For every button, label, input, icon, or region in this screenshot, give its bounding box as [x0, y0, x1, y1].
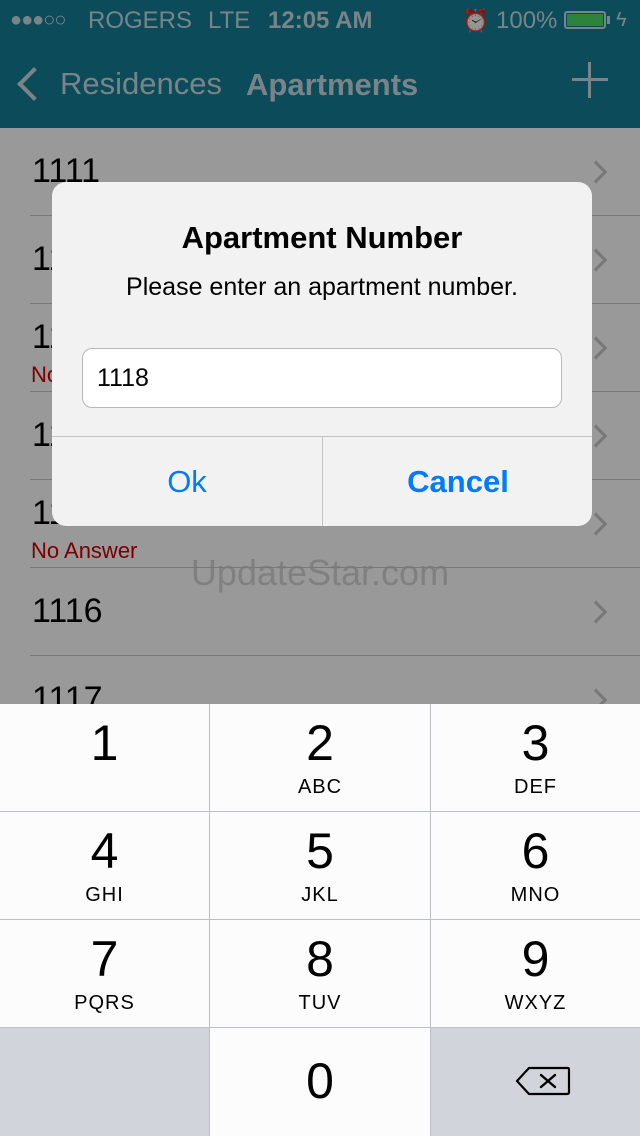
key-digit: 6 — [521, 823, 550, 879]
key-letters: ABC — [297, 776, 343, 798]
key-digit: 5 — [306, 823, 334, 879]
backspace-icon — [515, 1066, 571, 1096]
key-5[interactable]: 5 JKL — [210, 812, 430, 919]
key-3[interactable]: 3 DEF — [431, 704, 640, 811]
key-digit: 0 — [306, 1053, 334, 1109]
key-7[interactable]: 7 PQRS — [0, 920, 209, 1027]
dialog-message: Please enter an apartment number. — [126, 273, 518, 301]
apartment-number-input[interactable] — [82, 348, 562, 408]
key-6[interactable]: 6 MNO — [431, 812, 640, 919]
cancel-button[interactable]: Cancel — [323, 437, 592, 526]
key-letters: PQRS — [74, 992, 135, 1014]
key-empty — [0, 1028, 209, 1136]
apartment-number-dialog: Apartment Number Please enter an apartme… — [52, 182, 592, 526]
number-keypad: 1 2 ABC 3 DEF 4 GHI 5 JKL 6 MNO 7 PQRS 8… — [0, 704, 640, 1136]
key-letters: GHI — [85, 884, 124, 906]
key-2[interactable]: 2 ABC — [210, 704, 430, 811]
watermark: UpdateStar.com — [190, 552, 450, 593]
key-digit: 9 — [521, 931, 550, 987]
key-1[interactable]: 1 — [0, 704, 209, 811]
key-letters: DEF — [514, 776, 557, 798]
key-0[interactable]: 0 — [210, 1028, 430, 1136]
key-letters: JKL — [301, 884, 339, 906]
key-4[interactable]: 4 GHI — [0, 812, 209, 919]
key-letters: WXYZ — [504, 992, 567, 1014]
key-9[interactable]: 9 WXYZ — [431, 920, 640, 1027]
key-8[interactable]: 8 TUV — [210, 920, 430, 1027]
ok-button[interactable]: Ok — [52, 437, 322, 526]
key-digit: 8 — [306, 931, 334, 987]
key-digit: 7 — [90, 931, 119, 987]
dialog-title: Apartment Number — [181, 220, 463, 255]
key-letters: TUV — [298, 992, 342, 1014]
delete-key[interactable] — [431, 1028, 640, 1136]
key-digit: 1 — [90, 715, 119, 771]
key-digit: 2 — [306, 715, 334, 771]
key-digit: 4 — [90, 823, 119, 879]
key-digit: 3 — [521, 715, 550, 771]
key-letters: MNO — [510, 884, 561, 906]
